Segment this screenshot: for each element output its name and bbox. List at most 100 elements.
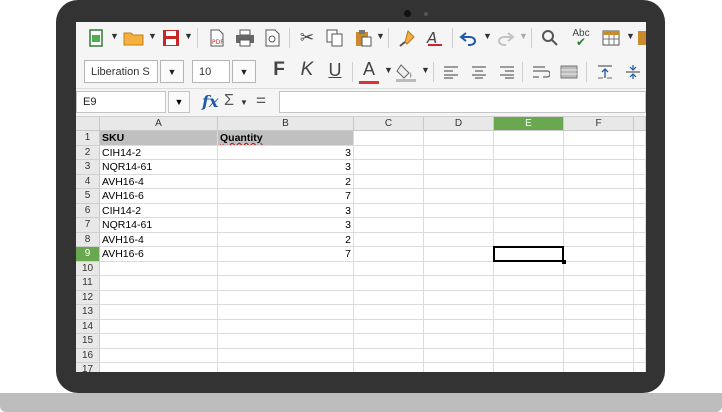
cell-c12[interactable]: [354, 290, 424, 305]
column-header-partial[interactable]: [634, 117, 646, 131]
active-cell-cursor[interactable]: [493, 246, 564, 262]
cell-b3[interactable]: 3: [218, 160, 354, 175]
cell-f11[interactable]: [564, 276, 634, 291]
clear-formatting-icon[interactable]: A: [424, 27, 446, 49]
row-header-13[interactable]: 13: [76, 305, 100, 320]
font-color-dropdown-icon[interactable]: ▼: [384, 65, 393, 75]
cell-f12[interactable]: [564, 290, 634, 305]
cell-e7[interactable]: [494, 218, 564, 233]
paste-icon[interactable]: [352, 27, 374, 49]
cell-d17[interactable]: [424, 363, 494, 372]
find-replace-icon[interactable]: [538, 27, 562, 49]
cell-a8[interactable]: AVH16-4: [100, 232, 218, 247]
cell-e12[interactable]: [494, 290, 564, 305]
cell-partial[interactable]: [634, 145, 646, 160]
row-header-3[interactable]: 3: [76, 160, 100, 175]
cell-c1[interactable]: [354, 131, 424, 146]
cell-c3[interactable]: [354, 160, 424, 175]
cell-f17[interactable]: [564, 363, 634, 372]
cell-a4[interactable]: AVH16-4: [100, 174, 218, 189]
cell-a5[interactable]: AVH16-6: [100, 189, 218, 204]
cell-partial[interactable]: [634, 203, 646, 218]
background-color-icon[interactable]: [394, 61, 418, 83]
cell-e17[interactable]: [494, 363, 564, 372]
clone-formatting-icon[interactable]: [396, 27, 418, 49]
cell-f1[interactable]: [564, 131, 634, 146]
row-header-16[interactable]: 16: [76, 348, 100, 363]
cell-a9[interactable]: AVH16-6: [100, 247, 218, 262]
formula-input[interactable]: [279, 91, 646, 113]
cell-c4[interactable]: [354, 174, 424, 189]
cell-partial[interactable]: [634, 319, 646, 334]
cell-d14[interactable]: [424, 319, 494, 334]
cell-a6[interactable]: CIH14-2: [100, 203, 218, 218]
cell-d9[interactable]: [424, 247, 494, 262]
redo-icon[interactable]: [494, 27, 516, 49]
name-box[interactable]: E9: [76, 91, 166, 113]
cell-c6[interactable]: [354, 203, 424, 218]
cell-e15[interactable]: [494, 334, 564, 349]
row-header-17[interactable]: 17: [76, 363, 100, 372]
cell-d16[interactable]: [424, 348, 494, 363]
cell-e5[interactable]: [494, 189, 564, 204]
cell-partial[interactable]: [634, 290, 646, 305]
row-header-7[interactable]: 7: [76, 218, 100, 233]
cell-partial[interactable]: [634, 232, 646, 247]
cell-b7[interactable]: 3: [218, 218, 354, 233]
column-header-d[interactable]: D: [424, 117, 494, 131]
cell-d6[interactable]: [424, 203, 494, 218]
cell-b11[interactable]: [218, 276, 354, 291]
font-size-field[interactable]: 10: [192, 60, 230, 83]
cell-partial[interactable]: [634, 363, 646, 372]
cell-a1[interactable]: SKU: [100, 131, 218, 146]
cell-a10[interactable]: [100, 261, 218, 276]
row-header-9[interactable]: 9: [76, 247, 100, 262]
cell-f9[interactable]: [564, 247, 634, 262]
cell-b17[interactable]: [218, 363, 354, 372]
fill-handle[interactable]: [562, 259, 566, 264]
font-color-button[interactable]: A: [358, 58, 380, 80]
column-header-f[interactable]: F: [564, 117, 634, 131]
cell-partial[interactable]: [634, 174, 646, 189]
copy-icon[interactable]: [324, 27, 346, 49]
cell-c7[interactable]: [354, 218, 424, 233]
cell-a16[interactable]: [100, 348, 218, 363]
row-header-1[interactable]: 1: [76, 131, 100, 146]
cell-c10[interactable]: [354, 261, 424, 276]
cell-d15[interactable]: [424, 334, 494, 349]
cell-c11[interactable]: [354, 276, 424, 291]
align-top-icon[interactable]: [594, 61, 616, 83]
cell-f6[interactable]: [564, 203, 634, 218]
cell-e3[interactable]: [494, 160, 564, 175]
cell-partial[interactable]: [634, 261, 646, 276]
cell-d10[interactable]: [424, 261, 494, 276]
cell-f13[interactable]: [564, 305, 634, 320]
cell-a13[interactable]: [100, 305, 218, 320]
cell-f4[interactable]: [564, 174, 634, 189]
row-column-dropdown-icon[interactable]: ▼: [626, 31, 635, 41]
cell-b16[interactable]: [218, 348, 354, 363]
background-color-dropdown-icon[interactable]: ▼: [421, 65, 430, 75]
function-wizard-button[interactable]: fx: [202, 92, 218, 111]
row-header-4[interactable]: 4: [76, 174, 100, 189]
row-column-icon[interactable]: [600, 27, 622, 49]
cell-d13[interactable]: [424, 305, 494, 320]
cell-c2[interactable]: [354, 145, 424, 160]
cell-c15[interactable]: [354, 334, 424, 349]
cell-d2[interactable]: [424, 145, 494, 160]
cell-c16[interactable]: [354, 348, 424, 363]
row-header-15[interactable]: 15: [76, 334, 100, 349]
row-header-14[interactable]: 14: [76, 319, 100, 334]
cell-d4[interactable]: [424, 174, 494, 189]
cell-b9[interactable]: 7: [218, 247, 354, 262]
select-all-corner[interactable]: [76, 117, 100, 131]
cell-partial[interactable]: [634, 348, 646, 363]
print-preview-icon[interactable]: [262, 27, 284, 49]
italic-button[interactable]: K: [296, 59, 318, 81]
cell-e2[interactable]: [494, 145, 564, 160]
cell-f5[interactable]: [564, 189, 634, 204]
cell-e11[interactable]: [494, 276, 564, 291]
row-header-11[interactable]: 11: [76, 276, 100, 291]
cell-partial[interactable]: [634, 218, 646, 233]
cell-f10[interactable]: [564, 261, 634, 276]
